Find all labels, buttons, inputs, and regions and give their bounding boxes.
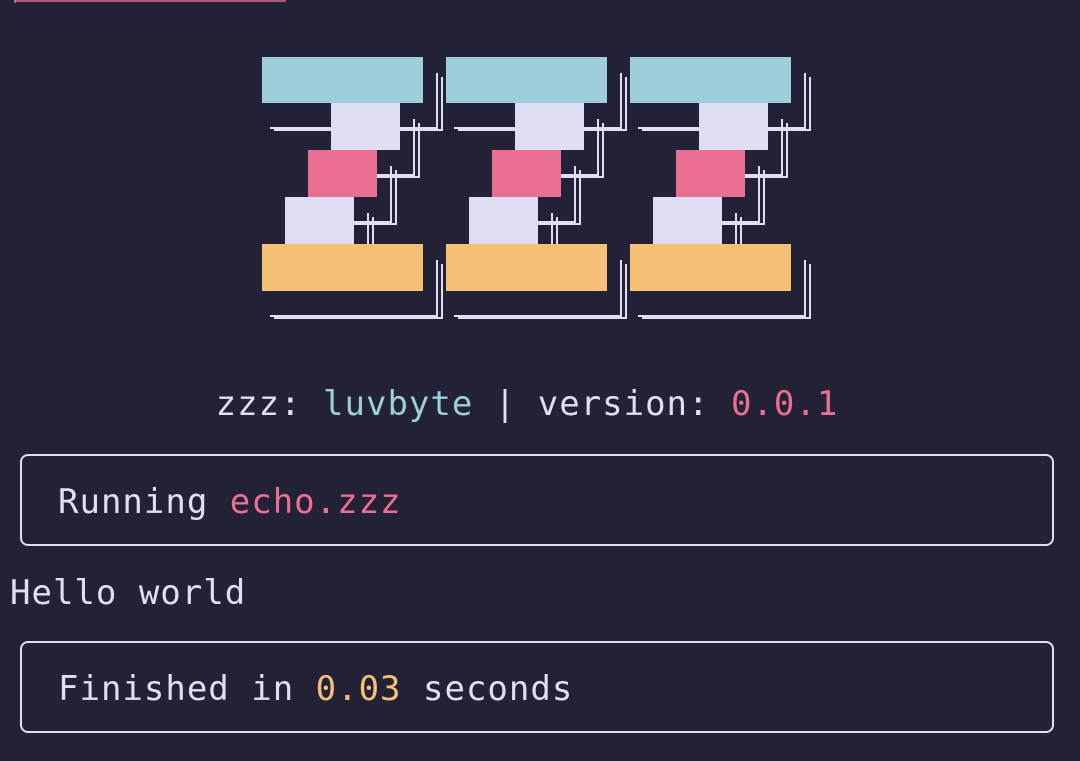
logo-block bbox=[630, 244, 791, 291]
logo-block bbox=[469, 197, 538, 244]
logo-block bbox=[676, 150, 745, 197]
logo-block bbox=[446, 244, 607, 291]
logo-block bbox=[515, 103, 584, 150]
logo-block bbox=[492, 150, 561, 197]
logo-letter-z bbox=[446, 57, 627, 322]
version-number: 0.0.1 bbox=[730, 384, 839, 424]
running-label: Running bbox=[58, 482, 230, 522]
running-panel: Running echo.zzz bbox=[20, 454, 1054, 546]
finished-suffix: seconds bbox=[401, 669, 574, 709]
finished-prefix: Finished in bbox=[58, 669, 316, 709]
logo-block bbox=[262, 244, 423, 291]
running-file: echo.zzz bbox=[229, 482, 402, 522]
logo-block bbox=[285, 197, 354, 244]
logo-block bbox=[308, 150, 377, 197]
logo-block bbox=[262, 57, 423, 103]
finished-panel: Finished in 0.03 seconds bbox=[20, 641, 1054, 733]
version-line: zzz: luvbyte | version: 0.0.1 bbox=[0, 384, 1054, 424]
logo-letter-z bbox=[630, 57, 811, 322]
logo-block bbox=[446, 57, 607, 103]
version-label: | version: bbox=[473, 384, 731, 424]
author-name: luvbyte bbox=[323, 384, 474, 424]
logo-block bbox=[331, 103, 400, 150]
logo-block bbox=[653, 197, 722, 244]
zzz-logo bbox=[262, 57, 811, 322]
program-output: Hello world bbox=[10, 573, 247, 613]
previous-output-underline bbox=[14, 0, 286, 3]
app-prefix: zzz: bbox=[215, 384, 324, 424]
logo-block bbox=[630, 57, 791, 103]
elapsed-time: 0.03 bbox=[315, 669, 402, 709]
logo-letter-z bbox=[262, 57, 443, 322]
logo-block bbox=[699, 103, 768, 150]
